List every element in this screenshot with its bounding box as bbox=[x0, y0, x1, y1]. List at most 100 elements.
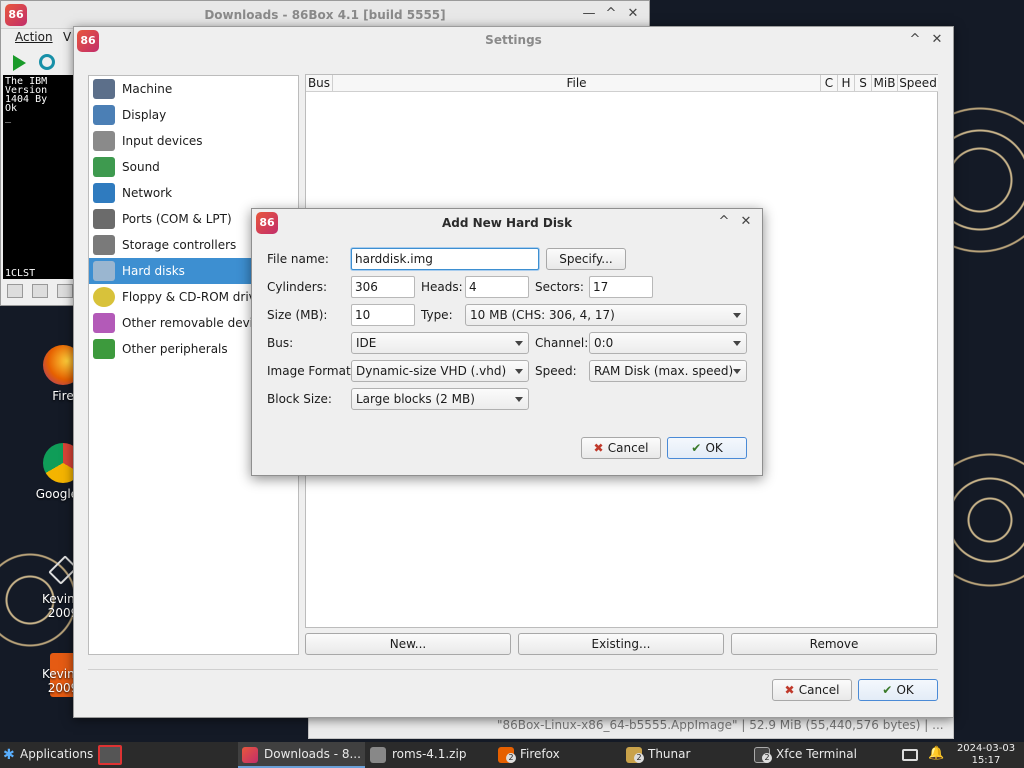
settings-title: Settings bbox=[485, 33, 542, 47]
category-sound[interactable]: Sound bbox=[89, 154, 298, 180]
block-size-select[interactable]: Large blocks (2 MB) bbox=[351, 388, 529, 410]
clock-date: 2024-03-03 bbox=[956, 743, 1016, 754]
column-header-bus[interactable]: Bus bbox=[306, 75, 333, 92]
reset-icon[interactable] bbox=[39, 54, 55, 70]
hard-disks-icon bbox=[93, 261, 115, 281]
desktop-icon-label: Fire bbox=[52, 389, 74, 403]
heads-label: Heads: bbox=[421, 280, 463, 294]
add-disk-cancel-button[interactable]: ✖ Cancel bbox=[581, 437, 661, 459]
main-window-titlebar[interactable]: 86 Downloads - 86Box 4.1 [build 5555] — … bbox=[1, 1, 649, 29]
add-disk-titlebar[interactable]: 86 Add New Hard Disk ^ ✕ bbox=[252, 209, 762, 237]
column-header-speed[interactable]: Speed bbox=[898, 75, 938, 92]
new-disk-button[interactable]: New... bbox=[305, 633, 511, 655]
window-count-badge: 2 bbox=[762, 753, 772, 763]
close-icon[interactable]: ✕ bbox=[738, 214, 754, 230]
main-window-title: Downloads - 86Box 4.1 [build 5555] bbox=[204, 8, 446, 22]
category-machine[interactable]: Machine bbox=[89, 76, 298, 102]
task-roms-zip[interactable]: roms-4.1.zip bbox=[366, 742, 493, 768]
button-label: OK bbox=[896, 683, 914, 697]
console-status-line: 1CLST bbox=[5, 268, 36, 279]
column-header-s[interactable]: S bbox=[855, 75, 872, 92]
ok-icon: ✔ bbox=[882, 683, 897, 697]
block-size-label: Block Size: bbox=[267, 392, 332, 406]
emulator-screen[interactable]: The IBM Version 1404 By Ok _ 1CLST bbox=[3, 75, 73, 279]
speed-label: Speed: bbox=[535, 364, 577, 378]
chevron-down-icon bbox=[733, 313, 741, 318]
play-icon[interactable] bbox=[13, 55, 26, 71]
maximize-icon[interactable]: ^ bbox=[603, 6, 619, 22]
battery-icon[interactable] bbox=[902, 749, 918, 761]
task-label: Firefox bbox=[520, 747, 560, 761]
cylinders-input[interactable]: 306 bbox=[351, 276, 415, 298]
task-firefox[interactable]: Firefox 2 bbox=[494, 742, 621, 768]
select-value: RAM Disk (max. speed) bbox=[594, 364, 734, 378]
heads-input[interactable]: 4 bbox=[465, 276, 529, 298]
storage-controllers-icon bbox=[93, 235, 115, 255]
type-select[interactable]: 10 MB (CHS: 306, 4, 17) bbox=[465, 304, 747, 326]
close-icon[interactable]: ✕ bbox=[625, 6, 641, 22]
specify-button[interactable]: Specify... bbox=[546, 248, 626, 270]
category-label: Machine bbox=[122, 82, 173, 96]
menu-view[interactable]: V bbox=[63, 30, 71, 44]
settings-ok-button[interactable]: ✔ OK bbox=[858, 679, 938, 701]
chevron-down-icon bbox=[515, 397, 523, 402]
clock[interactable]: 2024-03-03 15:17 bbox=[952, 742, 1020, 767]
existing-disk-button[interactable]: Existing... bbox=[518, 633, 724, 655]
status-floppy-icon[interactable] bbox=[32, 284, 48, 298]
channel-label: Channel: bbox=[535, 336, 589, 350]
column-header-c[interactable]: C bbox=[821, 75, 838, 92]
ok-icon: ✔ bbox=[691, 441, 706, 455]
task-xfce-terminal[interactable]: Xfce Terminal 2 bbox=[750, 742, 878, 768]
cylinders-label: Cylinders: bbox=[267, 280, 327, 294]
select-value: 0:0 bbox=[594, 336, 614, 350]
category-network[interactable]: Network bbox=[89, 180, 298, 206]
category-label: Display bbox=[122, 108, 167, 122]
task-thunar[interactable]: Thunar 2 bbox=[622, 742, 749, 768]
size-label: Size (MB): bbox=[267, 308, 328, 322]
category-input-devices[interactable]: Input devices bbox=[89, 128, 298, 154]
add-disk-ok-button[interactable]: ✔ OK bbox=[667, 437, 747, 459]
bus-select[interactable]: IDE bbox=[351, 332, 529, 354]
input-devices-icon bbox=[93, 131, 115, 151]
button-label: Cancel bbox=[607, 441, 649, 455]
file-name-input[interactable]: harddisk.img bbox=[351, 248, 539, 270]
applications-menu-button[interactable]: ✱ Applications bbox=[0, 742, 96, 768]
status-hdd-icon[interactable] bbox=[7, 284, 23, 298]
remove-disk-button[interactable]: Remove bbox=[731, 633, 937, 655]
category-label: Hard disks bbox=[122, 264, 185, 278]
task-label: Downloads - 8... bbox=[264, 747, 361, 761]
sectors-input[interactable]: 17 bbox=[589, 276, 653, 298]
button-label: Applications bbox=[20, 747, 94, 761]
close-icon[interactable]: ✕ bbox=[929, 32, 945, 48]
column-header-file[interactable]: File bbox=[333, 75, 821, 92]
removable-devices-icon bbox=[93, 313, 115, 333]
network-icon bbox=[93, 183, 115, 203]
ports-icon bbox=[93, 209, 115, 229]
column-header-h[interactable]: H bbox=[838, 75, 855, 92]
floppy-cdrom-icon bbox=[93, 287, 115, 307]
task-label: Xfce Terminal bbox=[776, 747, 857, 761]
maximize-icon[interactable]: ^ bbox=[716, 214, 732, 230]
sound-icon bbox=[93, 157, 115, 177]
settings-cancel-button[interactable]: ✖ Cancel bbox=[772, 679, 852, 701]
channel-select[interactable]: 0:0 bbox=[589, 332, 747, 354]
cancel-icon: ✖ bbox=[593, 441, 608, 455]
settings-titlebar[interactable]: 86 Settings ^ ✕ bbox=[74, 27, 953, 54]
image-format-select[interactable]: Dynamic-size VHD (.vhd) bbox=[351, 360, 529, 382]
show-desktop-icon[interactable] bbox=[98, 745, 122, 765]
task-downloads-86box[interactable]: Downloads - 8... bbox=[238, 742, 365, 768]
size-input[interactable]: 10 bbox=[351, 304, 415, 326]
button-label: Cancel bbox=[798, 683, 840, 697]
minimize-icon[interactable]: — bbox=[581, 6, 597, 22]
file-name-label: File name: bbox=[267, 252, 329, 266]
notification-bell-icon[interactable]: 🔔 bbox=[928, 747, 944, 761]
category-display[interactable]: Display bbox=[89, 102, 298, 128]
status-cdrom-icon[interactable] bbox=[57, 284, 73, 298]
menu-action[interactable]: Action bbox=[15, 30, 53, 44]
category-label: Network bbox=[122, 186, 173, 200]
taskbar: ✱ Applications Downloads - 8... roms-4.1… bbox=[0, 742, 1024, 768]
speed-select[interactable]: RAM Disk (max. speed) bbox=[589, 360, 747, 382]
maximize-icon[interactable]: ^ bbox=[907, 32, 923, 48]
chevron-down-icon bbox=[515, 341, 523, 346]
column-header-mib[interactable]: MiB bbox=[872, 75, 898, 92]
